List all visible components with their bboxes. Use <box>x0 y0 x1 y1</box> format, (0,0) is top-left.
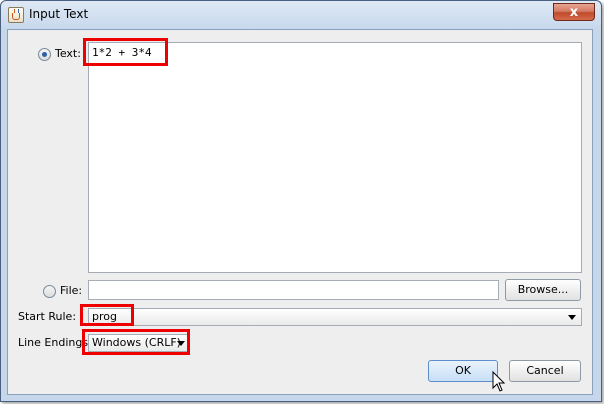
file-radio[interactable] <box>43 285 56 298</box>
close-button[interactable]: x <box>553 3 595 21</box>
text-radio[interactable] <box>38 48 51 61</box>
close-icon: x <box>569 5 579 20</box>
line-endings-label: Line Endings: <box>18 336 92 349</box>
file-path-input[interactable] <box>88 280 499 300</box>
text-input-value: 1*2 + 3*4 <box>92 46 152 59</box>
file-radio-label[interactable]: File: <box>60 284 82 297</box>
input-text-dialog: Input Text x Text: 1*2 + 3*4 File: Brows… <box>0 0 602 402</box>
line-endings-select[interactable]: Windows (CRLF) <box>88 334 189 352</box>
chevron-down-icon <box>177 341 185 346</box>
java-cup-icon <box>8 7 24 23</box>
start-rule-label: Start Rule: <box>18 310 77 323</box>
text-input-area[interactable]: 1*2 + 3*4 <box>88 42 582 273</box>
dialog-content: Text: 1*2 + 3*4 File: Browse... Start Ru… <box>7 29 593 395</box>
browse-button[interactable]: Browse... <box>505 279 581 301</box>
start-rule-select[interactable]: prog <box>88 308 582 326</box>
text-radio-label[interactable]: Text: <box>55 47 81 60</box>
cancel-button[interactable]: Cancel <box>509 360 581 382</box>
radio-selected-dot <box>42 52 47 57</box>
start-rule-value: prog <box>92 310 117 323</box>
line-endings-value: Windows (CRLF) <box>92 336 181 349</box>
ok-button[interactable]: OK <box>428 360 498 382</box>
chevron-down-icon <box>568 315 576 320</box>
window-title: Input Text <box>29 7 89 21</box>
title-bar[interactable]: Input Text x <box>1 1 601 29</box>
mouse-cursor-icon <box>492 371 506 392</box>
